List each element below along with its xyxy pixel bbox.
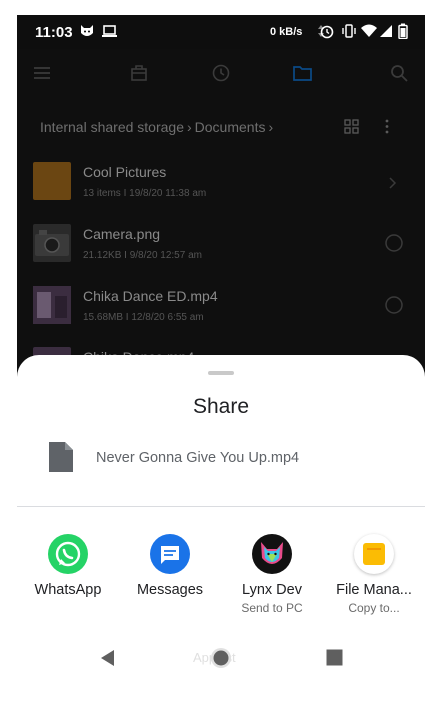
video-thumbnail bbox=[33, 286, 71, 324]
share-target-label: Messages bbox=[136, 582, 204, 598]
folder-thumbnail bbox=[33, 162, 71, 200]
select-radio[interactable] bbox=[385, 234, 403, 257]
share-target-sublabel: Copy to... bbox=[348, 601, 400, 615]
share-target-lynx-dev[interactable]: Lynx Dev Send to PC bbox=[221, 530, 323, 615]
share-target-whatsapp[interactable]: WhatsApp bbox=[17, 530, 119, 598]
divider bbox=[17, 506, 425, 507]
cat-icon bbox=[79, 23, 95, 44]
share-target-label: File Mana... bbox=[336, 582, 412, 598]
chevron-right-icon: › bbox=[186, 119, 192, 135]
drag-handle[interactable] bbox=[208, 371, 234, 375]
recents-icon[interactable] bbox=[326, 649, 343, 671]
list-item[interactable]: Camera.png 21.12KB I 9/8/20 12:57 am bbox=[17, 224, 425, 286]
file-name: Cool Pictures bbox=[83, 164, 167, 180]
share-target-label: WhatsApp bbox=[34, 582, 102, 598]
navigation-bar: App list bbox=[17, 632, 425, 685]
vibrate-icon bbox=[341, 23, 357, 44]
share-target-label: Lynx Dev bbox=[242, 582, 302, 598]
file-manager-icon bbox=[354, 534, 394, 574]
history-icon[interactable] bbox=[212, 64, 230, 87]
lynx-icon bbox=[252, 534, 292, 574]
menu-icon[interactable] bbox=[33, 64, 51, 87]
select-radio[interactable] bbox=[385, 296, 403, 319]
search-icon[interactable] bbox=[390, 64, 408, 87]
file-name: Chika Dance ED.mp4 bbox=[83, 288, 218, 304]
alarm-icon bbox=[318, 23, 335, 44]
back-icon[interactable] bbox=[99, 649, 117, 672]
share-target-messages[interactable]: Messages bbox=[119, 530, 221, 598]
briefcase-icon[interactable] bbox=[130, 64, 148, 87]
file-meta: 13 items I 19/8/20 11:38 am bbox=[83, 188, 207, 199]
toolbar bbox=[17, 49, 425, 99]
document-icon bbox=[47, 440, 75, 479]
chevron-right-icon bbox=[389, 176, 397, 194]
folder-icon[interactable] bbox=[293, 64, 312, 87]
laptop-icon bbox=[101, 23, 118, 44]
share-title: Share bbox=[192, 395, 250, 418]
breadcrumb-current[interactable]: Documents bbox=[195, 119, 266, 135]
net-speed: 0 kB/s bbox=[270, 26, 303, 38]
phone-screen: 11:03 0 kB/s Internal shared storage › D… bbox=[17, 15, 425, 685]
file-meta: 21.12KB I 9/8/20 12:57 am bbox=[83, 250, 202, 261]
signal-icon bbox=[379, 23, 393, 44]
whatsapp-icon bbox=[48, 534, 88, 574]
messages-icon bbox=[150, 534, 190, 574]
list-item[interactable]: Cool Pictures 13 items I 19/8/20 11:38 a… bbox=[17, 162, 425, 224]
share-target-sublabel: Send to PC bbox=[241, 601, 303, 615]
home-icon[interactable] bbox=[210, 647, 232, 674]
grid-view-icon[interactable] bbox=[344, 119, 359, 139]
status-time: 11:03 bbox=[35, 24, 73, 41]
shared-file-name: Never Gonna Give You Up.mp4 bbox=[96, 450, 300, 466]
more-vert-icon[interactable] bbox=[384, 119, 390, 139]
wifi-icon bbox=[361, 23, 377, 44]
battery-icon bbox=[398, 23, 408, 44]
file-name: Camera.png bbox=[83, 226, 161, 242]
camera-thumbnail bbox=[33, 224, 71, 262]
share-target-file-manager[interactable]: File Mana... Copy to... bbox=[323, 530, 425, 615]
status-bar: 11:03 0 kB/s bbox=[17, 15, 425, 49]
chevron-right-icon: › bbox=[268, 119, 274, 135]
breadcrumb: Internal shared storage › Documents › bbox=[40, 119, 276, 135]
list-item[interactable]: Chika Dance ED.mp4 15.68MB I 12/8/20 6:5… bbox=[17, 286, 425, 348]
file-meta: 15.68MB I 12/8/20 6:55 am bbox=[83, 312, 204, 323]
breadcrumb-root[interactable]: Internal shared storage bbox=[40, 119, 184, 135]
